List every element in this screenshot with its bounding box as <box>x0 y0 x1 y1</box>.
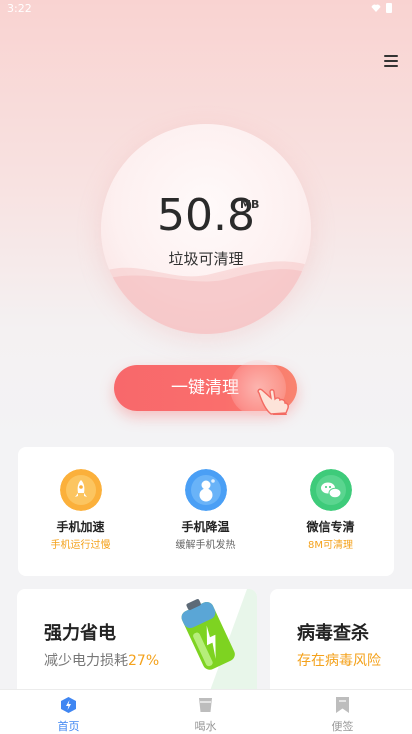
power-saving-card[interactable]: 强力省电 减少电力损耗27% <box>17 589 257 699</box>
wechat-icon <box>310 469 352 511</box>
tool-wechat-clean[interactable]: 微信专清 8M可清理 <box>268 447 393 576</box>
virus-scan-card[interactable]: 病毒查杀 存在病毒风险 <box>270 589 412 699</box>
tool-desc: 缓解手机发热 <box>175 540 236 551</box>
tab-notes[interactable]: 便签 <box>274 690 411 734</box>
system-icons <box>371 3 392 13</box>
tool-phone-cooldown[interactable]: 手机降温 缓解手机发热 <box>143 447 268 576</box>
rocket-icon <box>60 469 102 511</box>
battery-icon <box>181 589 257 699</box>
power-saving-desc: 减少电力损耗27% <box>44 650 159 670</box>
quick-tools-card: 手机加速 手机运行过慢 手机降温 缓解手机发热 微信专清 8M可清理 <box>18 447 394 576</box>
battery-status-icon <box>386 3 392 13</box>
virus-scan-desc: 存在病毒风险 <box>297 653 381 669</box>
junk-meter: 50.8 MB 垃圾可清理 <box>101 124 311 334</box>
tool-name: 手机加速 <box>56 520 105 534</box>
wifi-icon <box>371 4 381 12</box>
power-saving-percent: 27% <box>128 653 160 669</box>
tab-label: 喝水 <box>194 720 217 733</box>
junk-label: 垃圾可清理 <box>168 250 244 268</box>
snowman-icon <box>185 469 227 511</box>
tool-desc: 8M可清理 <box>308 540 353 551</box>
menu-icon[interactable] <box>384 55 398 67</box>
cup-icon <box>199 698 212 712</box>
bookmark-icon <box>336 697 349 713</box>
pointing-hand-icon <box>257 388 289 415</box>
junk-amount: 50.8 MB <box>101 190 311 241</box>
bottom-tab-bar: 首页 喝水 便签 <box>0 689 412 734</box>
tool-desc: 手机运行过慢 <box>50 540 111 551</box>
tab-label: 便签 <box>331 720 354 733</box>
junk-unit: MB <box>240 198 260 211</box>
tool-phone-speedup[interactable]: 手机加速 手机运行过慢 <box>18 447 143 576</box>
status-time: 3:22 <box>7 2 32 15</box>
tab-home[interactable]: 首页 <box>0 690 137 734</box>
home-bolt-icon <box>61 697 76 713</box>
tab-label: 首页 <box>57 720 80 733</box>
virus-scan-title: 病毒查杀 <box>297 623 369 644</box>
power-saving-desc-text: 减少电力损耗 <box>44 653 128 669</box>
tool-name: 手机降温 <box>181 520 230 534</box>
power-saving-title: 强力省电 <box>44 623 116 644</box>
tool-name: 微信专清 <box>306 520 355 534</box>
status-bar: 3:22 <box>0 0 412 18</box>
tab-drink-water[interactable]: 喝水 <box>137 690 274 734</box>
